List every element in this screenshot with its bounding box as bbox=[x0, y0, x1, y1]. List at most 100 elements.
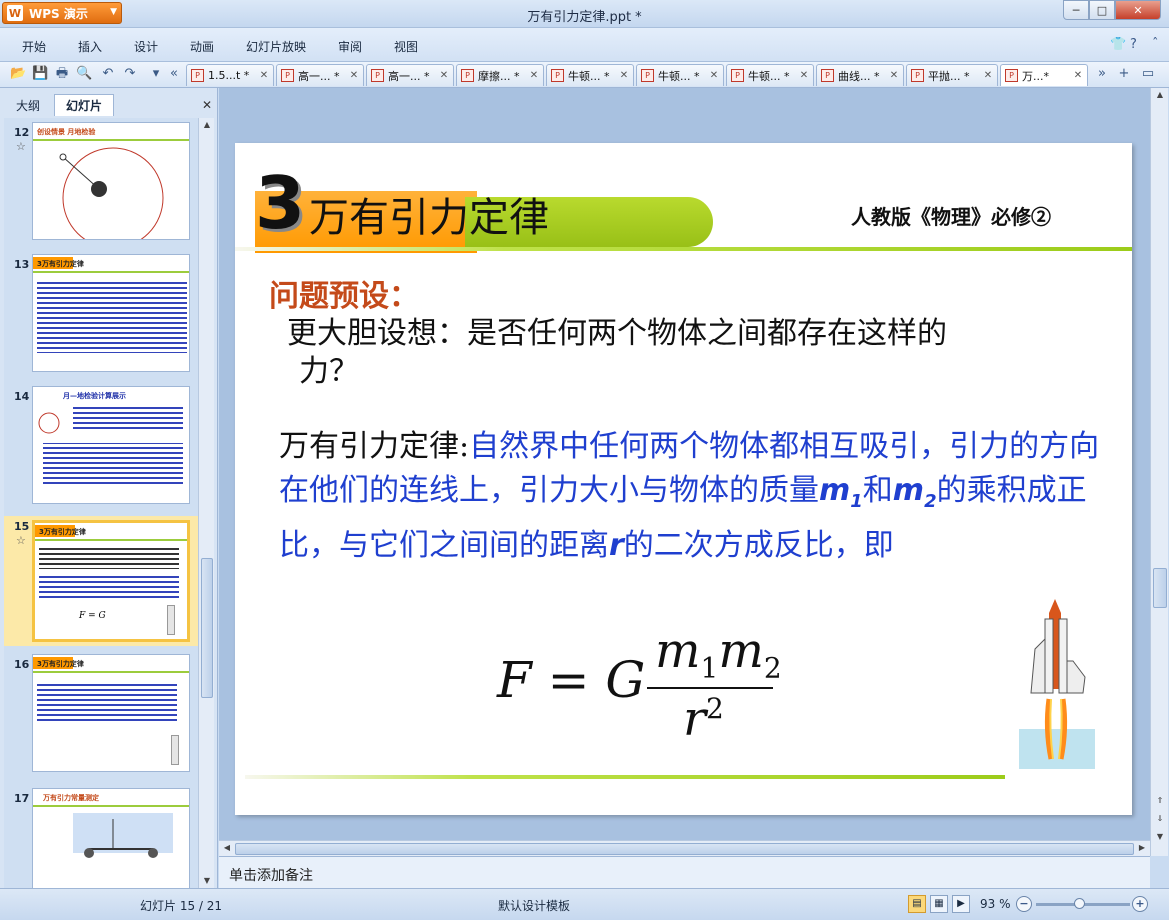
slide-thumbnail[interactable]: 万有引力常量测定 bbox=[32, 788, 190, 888]
scroll-left-icon[interactable]: ◀ bbox=[219, 841, 235, 855]
close-icon[interactable]: ✕ bbox=[1072, 70, 1084, 81]
ppt-file-icon: P bbox=[191, 69, 204, 82]
ppt-file-icon: P bbox=[641, 69, 654, 82]
normal-view-icon[interactable]: ▤ bbox=[908, 895, 926, 913]
close-icon[interactable]: ✕ bbox=[528, 70, 540, 81]
slide-sorter-icon[interactable]: ▦ bbox=[930, 895, 948, 913]
skin-icon[interactable]: 👕 bbox=[1110, 37, 1126, 52]
menu-view[interactable]: 视图 bbox=[394, 38, 418, 55]
doc-tab[interactable]: P 高一... * ✕ bbox=[366, 64, 454, 86]
close-icon[interactable]: ✕ bbox=[258, 70, 270, 81]
editor-vertical-scrollbar[interactable]: ▲ ⇑ ⇓ ▼ bbox=[1150, 88, 1168, 856]
thumbnail-item[interactable]: 14 月—地检验计算展示 bbox=[4, 386, 198, 508]
previous-slide-icon[interactable]: ⇑ bbox=[1151, 794, 1169, 808]
slide-thumbnail[interactable]: 3万有引力定律 bbox=[32, 654, 190, 772]
thumbnail-item[interactable]: 13 3万有引力定律 bbox=[4, 254, 198, 376]
print-icon[interactable]: 🖶 bbox=[54, 66, 70, 82]
tabs-scroll-right-icon[interactable]: » bbox=[1094, 66, 1110, 82]
editor-horizontal-scrollbar[interactable]: ◀ ▶ bbox=[219, 840, 1150, 856]
print-preview-icon[interactable]: 🔍 bbox=[76, 66, 92, 82]
doc-tab-label: 高一... * bbox=[388, 69, 430, 83]
thumbnail-number: 12 bbox=[14, 126, 30, 139]
menu-slideshow[interactable]: 幻灯片放映 bbox=[246, 38, 306, 55]
calc-diagram bbox=[38, 405, 183, 487]
new-tab-icon[interactable]: + bbox=[1116, 66, 1132, 82]
thumbnail-item[interactable]: 16 3万有引力定律 bbox=[4, 654, 198, 776]
zoom-slider[interactable] bbox=[1036, 898, 1130, 909]
open-folder-icon[interactable]: 📂 bbox=[10, 66, 26, 82]
formula-numerator: m1m2 bbox=[655, 623, 782, 685]
doc-tab-active[interactable]: P 万...* ✕ bbox=[1000, 64, 1088, 86]
close-icon[interactable]: ✕ bbox=[348, 70, 360, 81]
scroll-right-icon[interactable]: ▶ bbox=[1134, 841, 1150, 855]
close-icon[interactable]: ✕ bbox=[438, 70, 450, 81]
scroll-down-icon[interactable]: ▼ bbox=[199, 874, 215, 888]
redo-icon[interactable]: ↷ bbox=[122, 66, 138, 82]
doc-tab[interactable]: P 高一... * ✕ bbox=[276, 64, 364, 86]
scroll-down-icon[interactable]: ▼ bbox=[1151, 830, 1169, 844]
space-shuttle-image[interactable] bbox=[1015, 599, 1099, 769]
slide-thumbnail[interactable]: 创设情景 月地检验 bbox=[32, 122, 190, 240]
tab-slides[interactable]: 幻灯片 bbox=[54, 94, 114, 116]
zoom-slider-knob[interactable] bbox=[1074, 898, 1085, 909]
scroll-up-icon[interactable]: ▲ bbox=[1151, 88, 1169, 102]
law-label: 万有引力定律: bbox=[279, 429, 470, 464]
menu-home[interactable]: 开始 bbox=[22, 38, 46, 55]
customize-dropdown-icon[interactable]: ▾ bbox=[148, 66, 164, 82]
doc-tab-label: 高一... * bbox=[298, 69, 340, 83]
menu-insert[interactable]: 插入 bbox=[78, 38, 102, 55]
doc-tab[interactable]: P 牛顿... * ✕ bbox=[726, 64, 814, 86]
save-icon[interactable]: 💾 bbox=[32, 66, 48, 82]
scrollbar-thumb[interactable] bbox=[201, 558, 213, 698]
thumbnail-item-selected[interactable]: 15 ☆ 3万有引力定律 F = G bbox=[4, 516, 198, 646]
zoom-in-button[interactable]: + bbox=[1132, 896, 1148, 912]
tab-outline[interactable]: 大纲 bbox=[6, 94, 50, 116]
close-icon[interactable]: ✕ bbox=[888, 70, 900, 81]
maximize-button[interactable]: □ bbox=[1089, 0, 1115, 20]
scrollbar-thumb[interactable] bbox=[235, 843, 1134, 855]
doc-tab[interactable]: P 平抛... * ✕ bbox=[906, 64, 998, 86]
tabs-scroll-left-icon[interactable]: « bbox=[166, 66, 182, 82]
zoom-out-button[interactable]: − bbox=[1016, 896, 1032, 912]
thumbnail-item[interactable]: 12 ☆ 创设情景 月地检验 bbox=[4, 122, 198, 244]
slide-thumbnail[interactable]: 月—地检验计算展示 bbox=[32, 386, 190, 504]
ribbon-collapse-icon[interactable]: ˆ bbox=[1152, 37, 1159, 52]
menu-animation[interactable]: 动画 bbox=[190, 38, 214, 55]
notes-pane[interactable]: 单击添加备注 bbox=[219, 856, 1150, 888]
close-window-button[interactable]: ✕ bbox=[1115, 0, 1161, 20]
next-slide-icon[interactable]: ⇓ bbox=[1151, 812, 1169, 826]
slide-thumbnail[interactable]: 3万有引力定律 bbox=[32, 254, 190, 372]
gravitation-formula[interactable]: F = G m1m2 r2 bbox=[497, 623, 787, 753]
doc-tab[interactable]: P 摩擦... * ✕ bbox=[456, 64, 544, 86]
section-heading[interactable]: 问题预设： bbox=[269, 271, 419, 315]
tab-list-icon[interactable]: ▭ bbox=[1140, 66, 1156, 82]
slide-subtitle[interactable]: 人教版《物理》必修② bbox=[851, 201, 1051, 230]
doc-tab[interactable]: P 曲线... * ✕ bbox=[816, 64, 904, 86]
current-slide[interactable]: 3 万有引力定律 人教版《物理》必修② 问题预设： 更大胆设想：是否任何两个物体… bbox=[235, 143, 1132, 815]
doc-tab[interactable]: P 牛顿... * ✕ bbox=[546, 64, 634, 86]
design-template[interactable]: 默认设计模板 bbox=[498, 897, 570, 914]
thumbnail-formula-icon: F = G bbox=[79, 611, 106, 621]
undo-icon[interactable]: ↶ bbox=[100, 66, 116, 82]
doc-tab[interactable]: P 牛顿... * ✕ bbox=[636, 64, 724, 86]
menu-review[interactable]: 审阅 bbox=[338, 38, 362, 55]
slide-title[interactable]: 万有引力定律 bbox=[309, 185, 549, 243]
close-icon[interactable]: ✕ bbox=[982, 70, 994, 81]
thumbnail-scrollbar[interactable]: ▲ ▼ bbox=[198, 118, 214, 888]
scroll-up-icon[interactable]: ▲ bbox=[199, 118, 215, 132]
doc-tab[interactable]: P 1.5...t * ✕ bbox=[186, 64, 274, 86]
close-icon[interactable]: ✕ bbox=[798, 70, 810, 81]
thumbnail-item[interactable]: 17 万有引力常量测定 bbox=[4, 788, 198, 888]
help-icon[interactable]: ? bbox=[1130, 37, 1137, 52]
slide-thumbnail[interactable]: 3万有引力定律 F = G bbox=[32, 520, 190, 642]
question-text[interactable]: 更大胆设想：是否任何两个物体之间都存在这样的 力？ bbox=[287, 315, 1067, 391]
scrollbar-thumb[interactable] bbox=[1153, 568, 1167, 608]
close-icon[interactable]: ✕ bbox=[202, 98, 212, 112]
law-paragraph[interactable]: 万有引力定律:自然界中任何两个物体都相互吸引，引力的方向在他们的连线上，引力大小… bbox=[279, 425, 1119, 568]
close-icon[interactable]: ✕ bbox=[618, 70, 630, 81]
slideshow-icon[interactable]: ▶ bbox=[952, 895, 970, 913]
zoom-level[interactable]: 93 % bbox=[980, 897, 1011, 911]
menu-design[interactable]: 设计 bbox=[134, 38, 158, 55]
close-icon[interactable]: ✕ bbox=[708, 70, 720, 81]
minimize-button[interactable]: ─ bbox=[1063, 0, 1089, 20]
